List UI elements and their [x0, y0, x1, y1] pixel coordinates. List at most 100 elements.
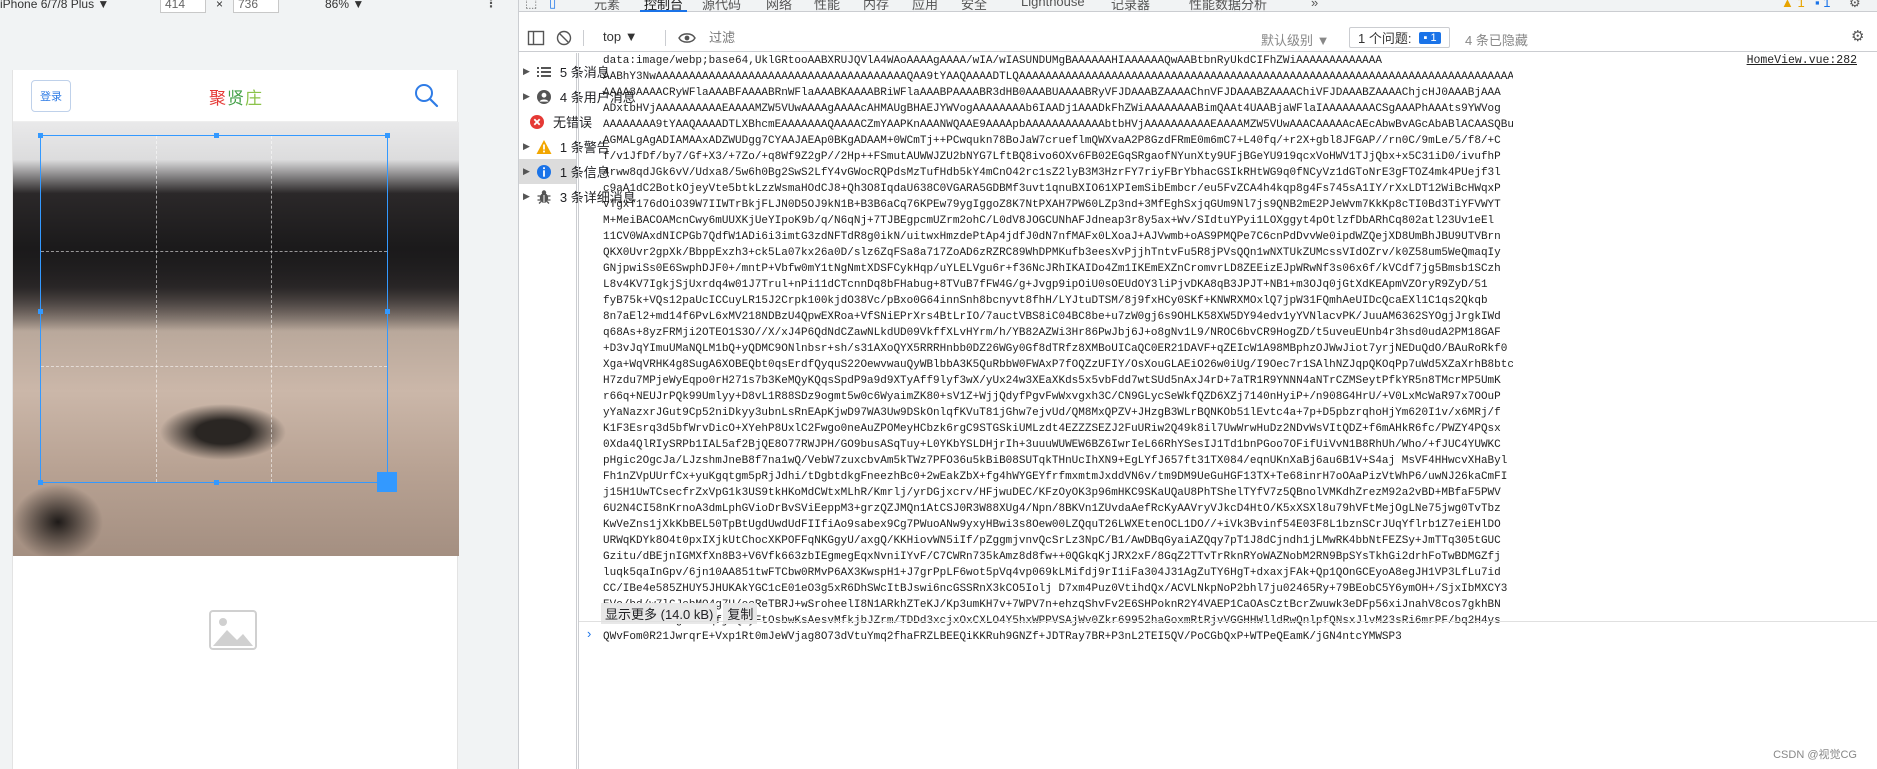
console-sidebar: ▶ 5 条消息 ▶ 4 条用户消息 无错误 ▶ 1 条警告 ▶ 1 条信息 ▶ …: [519, 53, 636, 769]
log-line: luqk5qaInGpv/6jn10AA851twFTCbw0RMvP6AX3K…: [603, 567, 1501, 579]
console-settings-icon[interactable]: ⚙: [1851, 27, 1869, 45]
sidebar-item-user-messages[interactable]: ▶ 4 条用户消息: [519, 84, 636, 109]
filter-input[interactable]: [709, 26, 1259, 48]
tab-performance[interactable]: 性能: [814, 0, 840, 13]
log-source-link[interactable]: HomeView.vue:282: [1742, 53, 1857, 69]
toolbar-divider: [583, 30, 584, 46]
log-line: AABhY3NwAAAAAAAAAAAAAAAAAAAAAAAAAAAAAAAA…: [603, 71, 1513, 83]
console-messages: data:image/webp;base64,UklGRtooAABXRUJQV…: [578, 53, 1877, 769]
expand-arrow-icon: ▶: [523, 166, 530, 176]
more-tabs-icon[interactable]: »: [1311, 0, 1318, 10]
info-icon: [536, 164, 552, 180]
times-sign: ×: [216, 0, 224, 11]
devtools-tab-bar: ⬚ ▯ 元素 控制台 源代码 网络 性能 内存 应用 安全 Lighthouse…: [519, 0, 1877, 12]
log-line: 11CV0WAxdNICPGb7QdfW1ADi6i3imtG3zdNFTdR8…: [603, 231, 1501, 243]
more-options-icon[interactable]: ⋮: [485, 0, 497, 10]
crop-grid-line: [156, 136, 158, 482]
zoom-select[interactable]: 86% ▼: [325, 0, 364, 11]
crop-corner-handle[interactable]: [38, 133, 43, 138]
sidebar-item-warnings[interactable]: ▶ 1 条警告: [519, 134, 610, 159]
log-line: vTgxT176dOiO39W7IIWTrBkjFLJN0D5OJ9kN1B+B…: [603, 199, 1501, 211]
log-line: c9aA1dC2BotkOjeyVte5btkLzzWsmaHOdCJ8+Qh3…: [603, 183, 1501, 195]
device-select[interactable]: iPhone 6/7/8 Plus ▼: [0, 0, 109, 11]
tab-security[interactable]: 安全: [961, 0, 987, 13]
crop-edge-handle[interactable]: [385, 309, 390, 314]
log-line: CC/IBe4e585ZHUY5JHUKAkYGC1cE01eO3g5xR6Dh…: [603, 583, 1508, 595]
sidebar-item-info[interactable]: ▶ 1 条信息: [519, 159, 610, 184]
context-select[interactable]: top ▼: [603, 29, 638, 44]
expand-arrow-icon: ▶: [523, 91, 530, 101]
sidebar-item-errors[interactable]: 无错误: [519, 109, 592, 134]
log-line: Fh1nZVpUUrfCx+yuKgqtgm5pRjJdhi/tDgbtdkgF…: [603, 471, 1508, 483]
crop-edge-handle[interactable]: [214, 133, 219, 138]
crop-grid-line: [41, 251, 387, 253]
watermark: CSDN @视觉CG: [1773, 749, 1857, 761]
eye-icon[interactable]: [678, 29, 696, 47]
tab-memory[interactable]: 内存: [863, 0, 889, 13]
sidebar-toggle-icon[interactable]: [527, 29, 545, 47]
warning-count-badge[interactable]: ▲ 1: [1781, 0, 1805, 10]
crop-box[interactable]: [38, 133, 397, 492]
device-width-field[interactable]: 414: [160, 0, 206, 13]
sidebar-item-messages[interactable]: ▶ 5 条消息: [519, 59, 610, 84]
crop-corner-handle[interactable]: [385, 133, 390, 138]
log-line: fyB75k+VQs12paUcICCuyLR15J2Crpk100kjdO38…: [603, 295, 1488, 307]
log-line: ADxtbHVjAAAAAAAAAAEAAAAMZW5VUwAAAAgAAAAc…: [603, 103, 1501, 115]
logo-char-1: 聚: [209, 89, 227, 108]
tab-network[interactable]: 网络: [766, 0, 792, 13]
log-line: pHgic2OgcJa/LJzshmJneB8f7na1wQ/VebW7zuxc…: [603, 455, 1508, 467]
logo-char-2: 贤: [227, 89, 245, 108]
log-line: 0Xda4QlRIySRPb1IAL5af2BjQE8O77RWJPH/GO9b…: [603, 439, 1501, 451]
crop-resize-handle[interactable]: [377, 472, 397, 492]
tab-elements[interactable]: 元素: [594, 0, 620, 13]
search-icon[interactable]: [413, 82, 439, 108]
app-header: 登录 聚贤庄: [13, 70, 457, 122]
log-line: AAAA8AAAACRyWFlaAAABFAAAABRnWFlaAAABKAAA…: [603, 87, 1501, 99]
info-count-badge[interactable]: ▪ 1: [1815, 0, 1830, 10]
log-line: L8v4KV7IgkjSjUxrdq4w01J7Trul+nPi11dCTcnn…: [603, 279, 1488, 291]
log-line: K1F3Esrq3d5bfWrvDicO+XYehP8UxlC2Fwgo0neA…: [603, 423, 1501, 435]
log-level-select[interactable]: 默认级别 ▼: [1261, 30, 1330, 49]
inspect-element-icon[interactable]: ⬚: [525, 0, 537, 11]
expand-arrow-icon: ▶: [523, 141, 530, 151]
list-icon: [536, 64, 552, 80]
log-line: M+MeiBACOAMcnCwy6mUUXKjUeYIpoK9b/q/N6qNj…: [603, 215, 1495, 227]
device-toggle-icon[interactable]: ▯: [549, 0, 556, 11]
device-height-field[interactable]: 736: [233, 0, 279, 13]
log-line: KwVeZns1jXkKbBEL50TpBtUgdUwdUdFIIfiAo9sa…: [603, 519, 1501, 531]
tab-recorder[interactable]: 记录器: [1111, 0, 1150, 13]
tab-sources[interactable]: 源代码: [702, 0, 741, 13]
prompt-caret-icon: ›: [587, 626, 592, 641]
tab-lighthouse[interactable]: Lighthouse: [1021, 0, 1085, 9]
log-line: j15H1UwTCsecfrZxVpG1k3US9tkHKoMdCWtxMLhR…: [603, 487, 1501, 499]
issues-count-badge: ▪ 1: [1419, 31, 1441, 44]
tab-performance-insights[interactable]: 性能数据分析: [1189, 0, 1267, 13]
info-count: 1: [1823, 0, 1831, 10]
crop-corner-handle[interactable]: [38, 480, 43, 485]
app-logo: 聚贤庄: [209, 84, 263, 109]
expand-arrow-icon: ▶: [523, 66, 530, 76]
settings-gear-icon[interactable]: ⚙: [1849, 0, 1861, 11]
log-line: 8n7aEl2+md14f6PvL6xMV218NDBzU4QpwEXRoa+V…: [603, 311, 1501, 323]
tab-console[interactable]: 控制台: [639, 0, 688, 13]
log-message-text[interactable]: data:image/webp;base64,UklGRtooAABXRUJQV…: [603, 53, 1513, 645]
login-button[interactable]: 登录: [31, 80, 71, 112]
crop-edge-handle[interactable]: [38, 309, 43, 314]
console-prompt[interactable]: ›: [579, 621, 1877, 643]
expand-arrow-icon: ▶: [523, 191, 530, 201]
log-line: Xga+WqVRHK4g8SugA6XOBEQbt0qsErdfQyquS22O…: [603, 359, 1513, 371]
crop-edge-handle[interactable]: [214, 480, 219, 485]
warning-count: 1: [1797, 0, 1805, 10]
verbose-icon: [536, 189, 552, 205]
log-line: r66q+NEUJrPQk99Umlyy+D8vL1R88SDz9ogmt5w0…: [603, 391, 1501, 403]
devtools-panel: ⬚ ▯ 元素 控制台 源代码 网络 性能 内存 应用 安全 Lighthouse…: [519, 0, 1877, 769]
clear-console-icon[interactable]: [555, 29, 573, 47]
console-log-entry[interactable]: data:image/webp;base64,UklGRtooAABXRUJQV…: [603, 53, 1865, 643]
issues-button[interactable]: 1 个问题: ▪ 1: [1349, 27, 1450, 48]
error-icon: [529, 114, 545, 130]
tab-application[interactable]: 应用: [912, 0, 938, 13]
sidebar-item-verbose[interactable]: ▶ 3 条详细消息: [519, 184, 636, 209]
cropper-photo[interactable]: [13, 122, 459, 556]
log-line: q68As+8yzFRMji2OTEO1S3O//X/xJ4P6QdNdCZaw…: [603, 327, 1501, 339]
toolbar-divider: [665, 30, 666, 46]
